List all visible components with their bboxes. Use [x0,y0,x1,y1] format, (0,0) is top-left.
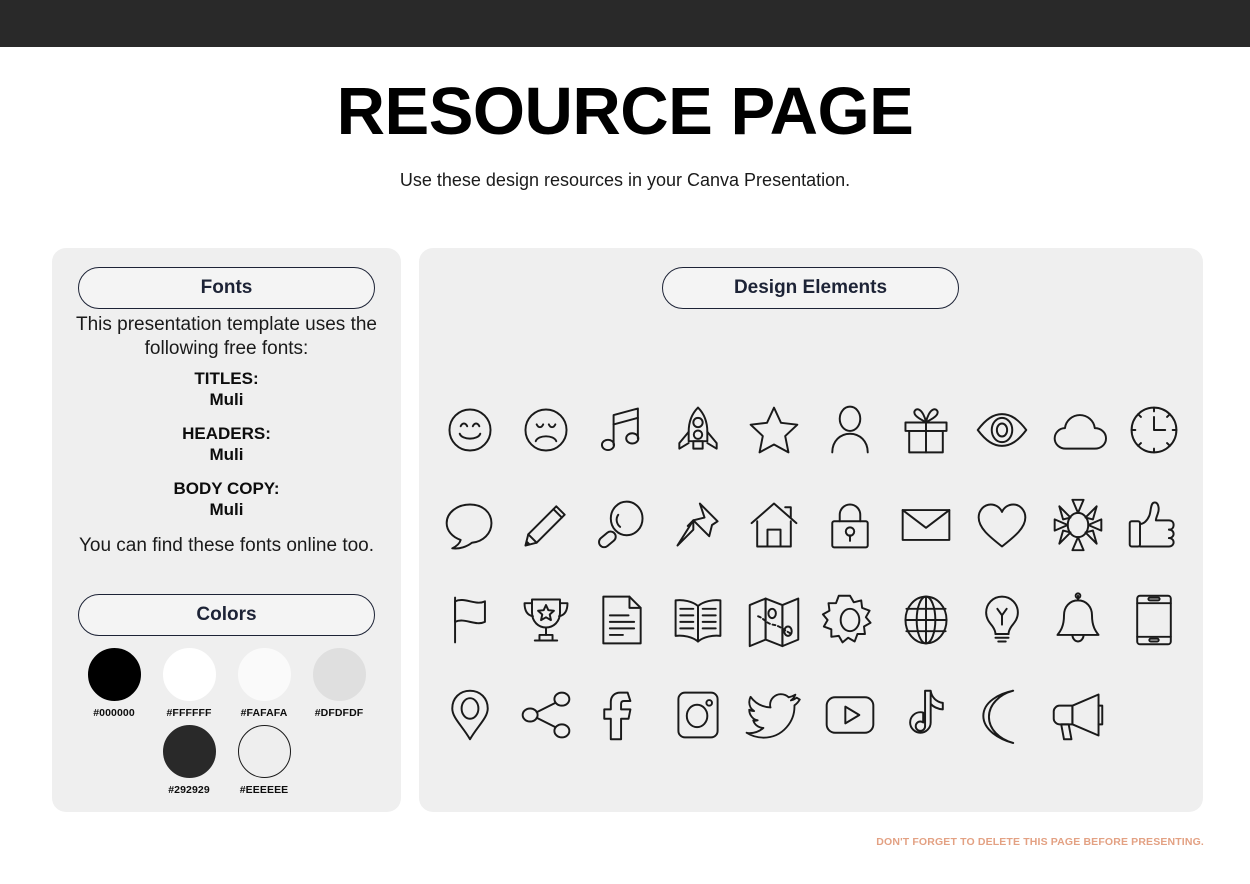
color-swatch-label: #292929 [168,784,210,796]
color-swatch-label: #FAFAFA [240,707,288,719]
pencil-icon[interactable] [513,492,579,558]
top-dark-bar [0,0,1250,47]
thumbs-up-icon[interactable] [1121,492,1187,558]
color-swatch-dot [87,648,141,701]
font-group-body-copy: BODY COPY: Muli [66,478,387,520]
clock-icon[interactable] [1121,397,1187,463]
flag-icon[interactable] [437,587,503,653]
color-swatch-row-secondary: #292929 #EEEEEE [78,725,375,796]
star-icon[interactable] [741,397,807,463]
design-elements-icon-grid [432,382,1192,762]
bell-icon[interactable] [1045,587,1111,653]
color-swatch-label: #DFDFDF [314,707,364,719]
lock-icon[interactable] [817,492,883,558]
font-group-headers: HEADERS: Muli [66,423,387,465]
megaphone-icon[interactable] [1045,682,1111,748]
pushpin-icon[interactable] [665,492,731,558]
phone-icon[interactable] [1121,587,1187,653]
font-label-headers: HEADERS: [182,424,271,443]
globe-icon[interactable] [893,587,959,653]
color-swatch[interactable]: #EEEEEE [237,725,291,796]
person-icon[interactable] [817,397,883,463]
document-icon[interactable] [589,587,655,653]
envelope-icon[interactable] [893,492,959,558]
color-swatch[interactable]: #DFDFDF [312,648,366,719]
color-swatch-dot [162,725,216,778]
tiktok-icon[interactable] [893,682,959,748]
rocket-icon[interactable] [665,397,731,463]
color-swatch-label: #000000 [93,707,135,719]
font-group-titles: TITLES: Muli [66,368,387,410]
youtube-icon[interactable] [817,682,883,748]
colors-section-header[interactable]: Colors [78,594,375,636]
gift-icon[interactable] [893,397,959,463]
color-swatch-dot [237,648,291,701]
eye-icon[interactable] [969,397,1035,463]
trophy-icon[interactable] [513,587,579,653]
page-subtitle: Use these design resources in your Canva… [399,170,851,190]
color-swatch-dot [312,648,366,701]
color-swatch-dot [162,648,216,701]
speech-bubble-icon[interactable] [437,492,503,558]
font-value-body-copy: Muli [209,500,244,519]
sun-icon[interactable] [1045,492,1111,558]
delete-page-warning: DON'T FORGET TO DELETE THIS PAGE BEFORE … [876,836,1204,848]
color-swatch-row-primary: #000000 #FFFFFF #FAFAFA #DFDFDF [78,648,375,719]
sad-face-icon[interactable] [513,397,579,463]
location-pin-icon[interactable] [437,682,503,748]
color-swatch[interactable]: #FFFFFF [162,648,216,719]
share-icon[interactable] [513,682,579,748]
fonts-section-label: Fonts [200,277,253,298]
color-swatch[interactable]: #FAFAFA [237,648,291,719]
map-icon[interactable] [741,587,807,653]
lightbulb-icon[interactable] [969,587,1035,653]
color-swatch-dot [237,725,291,778]
twitter-icon[interactable] [741,682,807,748]
fonts-intro-text: This presentation template uses the foll… [75,314,377,359]
gear-icon[interactable] [817,587,883,653]
smiley-face-icon[interactable] [437,397,503,463]
color-swatch-label: #EEEEEE [239,784,289,796]
heart-icon[interactable] [969,492,1035,558]
house-icon[interactable] [741,492,807,558]
design-elements-section-label: Design Elements [733,277,888,298]
font-label-titles: TITLES: [194,369,259,388]
music-note-icon[interactable] [589,397,655,463]
font-label-body-copy: BODY COPY: [173,479,280,498]
font-value-headers: Muli [209,445,244,464]
moon-icon[interactable] [969,682,1035,748]
design-elements-section-header[interactable]: Design Elements [662,267,959,309]
color-swatch-label: #FFFFFF [166,707,212,719]
page-title: RESOURCE PAGE [336,74,914,149]
cloud-icon[interactable] [1045,397,1111,463]
font-value-titles: Muli [209,390,244,409]
fonts-outro-text: You can find these fonts online too. [78,535,375,556]
fonts-description-block: This presentation template uses the foll… [66,313,387,577]
magnifying-glass-icon[interactable] [589,492,655,558]
facebook-icon[interactable] [589,682,655,748]
colors-section-label: Colors [196,604,257,625]
open-book-icon[interactable] [665,587,731,653]
fonts-section-header[interactable]: Fonts [78,267,375,309]
color-swatch[interactable]: #000000 [87,648,141,719]
instagram-icon[interactable] [665,682,731,748]
color-swatch[interactable]: #292929 [162,725,216,796]
